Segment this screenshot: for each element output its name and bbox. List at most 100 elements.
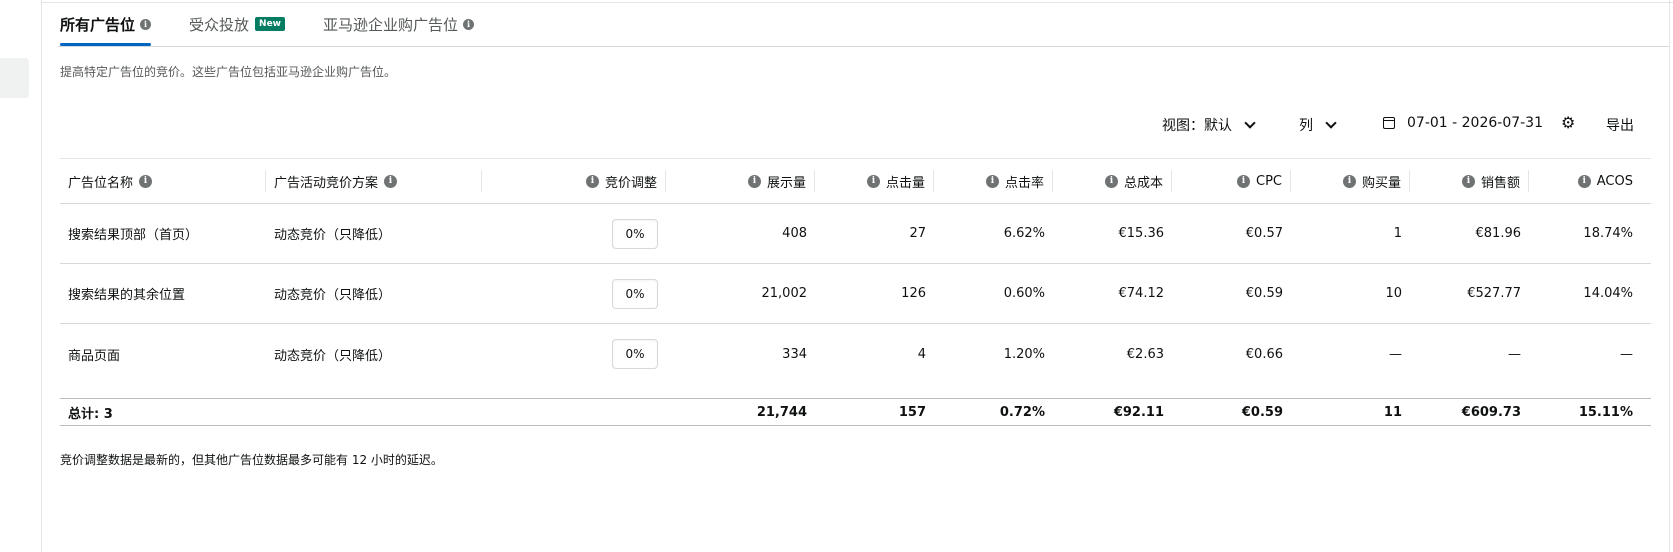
cell-acos: 18.74% <box>1583 226 1633 241</box>
header-cpc[interactable]: i CPC <box>1172 170 1291 192</box>
view-dropdown[interactable]: 视图：默认 <box>1162 115 1256 135</box>
info-icon[interactable]: i <box>585 174 599 188</box>
tabs-divider <box>58 46 1669 47</box>
tab-label: 亚马逊企业购广告位 <box>322 15 458 34</box>
cell-sales: €81.96 <box>1475 226 1522 241</box>
sidebar-toggle-handle[interactable] <box>0 58 29 98</box>
total-cpc: €0.59 <box>1241 404 1283 420</box>
total-impressions: 21,744 <box>756 404 807 420</box>
cell-cpc: €0.66 <box>1245 346 1283 362</box>
export-button[interactable]: 导出 <box>1606 115 1634 135</box>
total-ctr: 0.72% <box>999 404 1045 420</box>
cell-sales: €527.77 <box>1467 286 1521 301</box>
info-icon[interactable]: i <box>384 174 398 188</box>
info-icon[interactable]: i <box>1104 174 1118 188</box>
cell-impressions: 334 <box>782 346 807 362</box>
header-impressions[interactable]: i 展示量 <box>666 170 815 192</box>
table-row: 商品页面 动态竞价（只降低） 0% 334 4 1.20% €2.63 €0.6… <box>60 324 1651 384</box>
cell-bid-strategy: 动态竞价（只降低） <box>274 228 392 243</box>
header-bid-adjustment[interactable]: i 竞价调整 <box>482 170 666 192</box>
total-clicks: 157 <box>898 404 926 420</box>
info-icon[interactable]: i <box>140 18 152 30</box>
export-label: 导出 <box>1606 118 1634 134</box>
table-row: 搜索结果顶部（首页） 动态竞价（只降低） 0% 408 27 6.62% €15… <box>60 204 1651 264</box>
cell-purchases: 10 <box>1385 286 1402 301</box>
cell-bid-strategy: 动态竞价（只降低） <box>274 288 392 303</box>
info-icon[interactable]: i <box>463 18 474 30</box>
info-icon[interactable]: i <box>747 174 761 188</box>
info-icon[interactable]: i <box>1577 174 1591 188</box>
chevron-down-icon <box>1244 116 1256 129</box>
cell-total-cost: €74.12 <box>1118 286 1165 301</box>
header-acos[interactable]: i ACOS <box>1529 159 1641 203</box>
info-icon[interactable]: i <box>139 174 153 188</box>
left-sidebar-strip <box>0 0 42 552</box>
info-icon[interactable]: i <box>866 174 880 188</box>
header-ctr[interactable]: i 点击率 <box>934 170 1053 192</box>
placement-tabs: 所有广告位 i 受众投放 New 亚马逊企业购广告位 i <box>60 8 512 46</box>
cell-bid-adjustment: 0% <box>482 264 666 323</box>
info-icon[interactable]: i <box>1461 174 1475 188</box>
data-delay-footnote: 竞价调整数据是最新的，但其他广告位数据最多可能有 12 小时的延迟。 <box>60 453 443 467</box>
cell-ctr: 1.20% <box>1003 346 1045 362</box>
cell-acos: — <box>1620 346 1633 362</box>
tab-label: 所有广告位 <box>60 15 136 34</box>
tab-all-placements[interactable]: 所有广告位 i <box>60 8 152 46</box>
page-description: 提高特定广告位的竞价。这些广告位包括亚马逊企业购广告位。 <box>60 65 397 79</box>
date-range-picker[interactable]: 07-01 - 2026-07-31 <box>1383 115 1543 131</box>
cell-sales: — <box>1508 346 1521 362</box>
total-acos: 15.11% <box>1578 404 1633 420</box>
tab-audience-targeting[interactable]: 受众投放 New <box>189 8 285 46</box>
total-label: 总计: 3 <box>68 406 113 422</box>
date-range-text: 07-01 - 2026-07-31 <box>1407 115 1543 131</box>
header-clicks[interactable]: i 点击量 <box>815 170 934 192</box>
gear-icon: ⚙ <box>1561 113 1576 132</box>
table-total-row: 总计: 3 21,744 157 0.72% €92.11 €0.59 11 €… <box>60 398 1651 426</box>
info-icon[interactable]: i <box>1342 174 1356 188</box>
cell-acos: 14.04% <box>1583 286 1633 301</box>
cell-bid-adjustment: 0% <box>482 204 666 263</box>
cell-total-cost: €15.36 <box>1118 226 1165 241</box>
total-sales: €609.73 <box>1461 404 1521 420</box>
cell-cpc: €0.59 <box>1245 286 1283 301</box>
chevron-down-icon <box>1325 116 1337 129</box>
cell-purchases: 1 <box>1393 226 1402 241</box>
info-icon[interactable]: i <box>985 174 999 188</box>
cell-clicks: 27 <box>909 226 926 241</box>
header-total-cost[interactable]: i 总成本 <box>1053 170 1172 192</box>
tab-label: 受众投放 <box>189 15 250 34</box>
header-bid-strategy[interactable]: 广告活动竞价方案 i <box>266 170 482 192</box>
table-row: 搜索结果的其余位置 动态竞价（只降低） 0% 21,002 126 0.60% … <box>60 264 1651 324</box>
cell-impressions: 21,002 <box>761 286 808 301</box>
columns-dropdown[interactable]: 列 <box>1299 115 1337 135</box>
scrollbar-track[interactable] <box>1669 0 1673 552</box>
total-purchases: 11 <box>1383 404 1402 420</box>
table-header: 广告位名称 i 广告活动竞价方案 i i 竞价调整 i 展示量 i 点击量 i 点击率 i总… <box>60 158 1651 204</box>
header-sales[interactable]: i 销售额 <box>1410 170 1529 192</box>
cell-placement-name: 搜索结果的其余位置 <box>68 288 186 303</box>
new-badge: New <box>255 17 285 31</box>
top-divider <box>42 2 1673 3</box>
settings-button[interactable]: ⚙ <box>1561 115 1575 131</box>
columns-label: 列 <box>1299 118 1313 134</box>
header-purchases[interactable]: i 购买量 <box>1291 170 1410 192</box>
cell-cpc: €0.57 <box>1245 226 1283 241</box>
total-cost: €92.11 <box>1113 404 1164 420</box>
cell-ctr: 0.60% <box>1003 286 1045 301</box>
calendar-icon <box>1383 117 1395 129</box>
bid-adjustment-input[interactable]: 0% <box>612 278 658 309</box>
bid-adjustment-input[interactable]: 0% <box>612 339 658 369</box>
view-label: 视图：默认 <box>1162 118 1232 134</box>
cell-placement-name: 搜索结果顶部（首页） <box>68 228 199 243</box>
cell-purchases: — <box>1389 346 1402 362</box>
cell-total-cost: €2.63 <box>1126 346 1164 362</box>
tab-amazon-business-placements[interactable]: 亚马逊企业购广告位 i <box>323 8 474 46</box>
header-placement-name[interactable]: 广告位名称 i <box>60 170 266 192</box>
cell-clicks: 126 <box>901 286 926 301</box>
cell-ctr: 6.62% <box>1003 226 1045 241</box>
placements-table: 广告位名称 i 广告活动竞价方案 i i 竞价调整 i 展示量 i 点击量 i 点击率 i总… <box>60 158 1651 426</box>
cell-clicks: 4 <box>917 346 926 362</box>
info-icon[interactable]: i <box>1237 174 1250 188</box>
cell-placement-name: 商品页面 <box>68 348 121 364</box>
bid-adjustment-input[interactable]: 0% <box>612 218 658 249</box>
